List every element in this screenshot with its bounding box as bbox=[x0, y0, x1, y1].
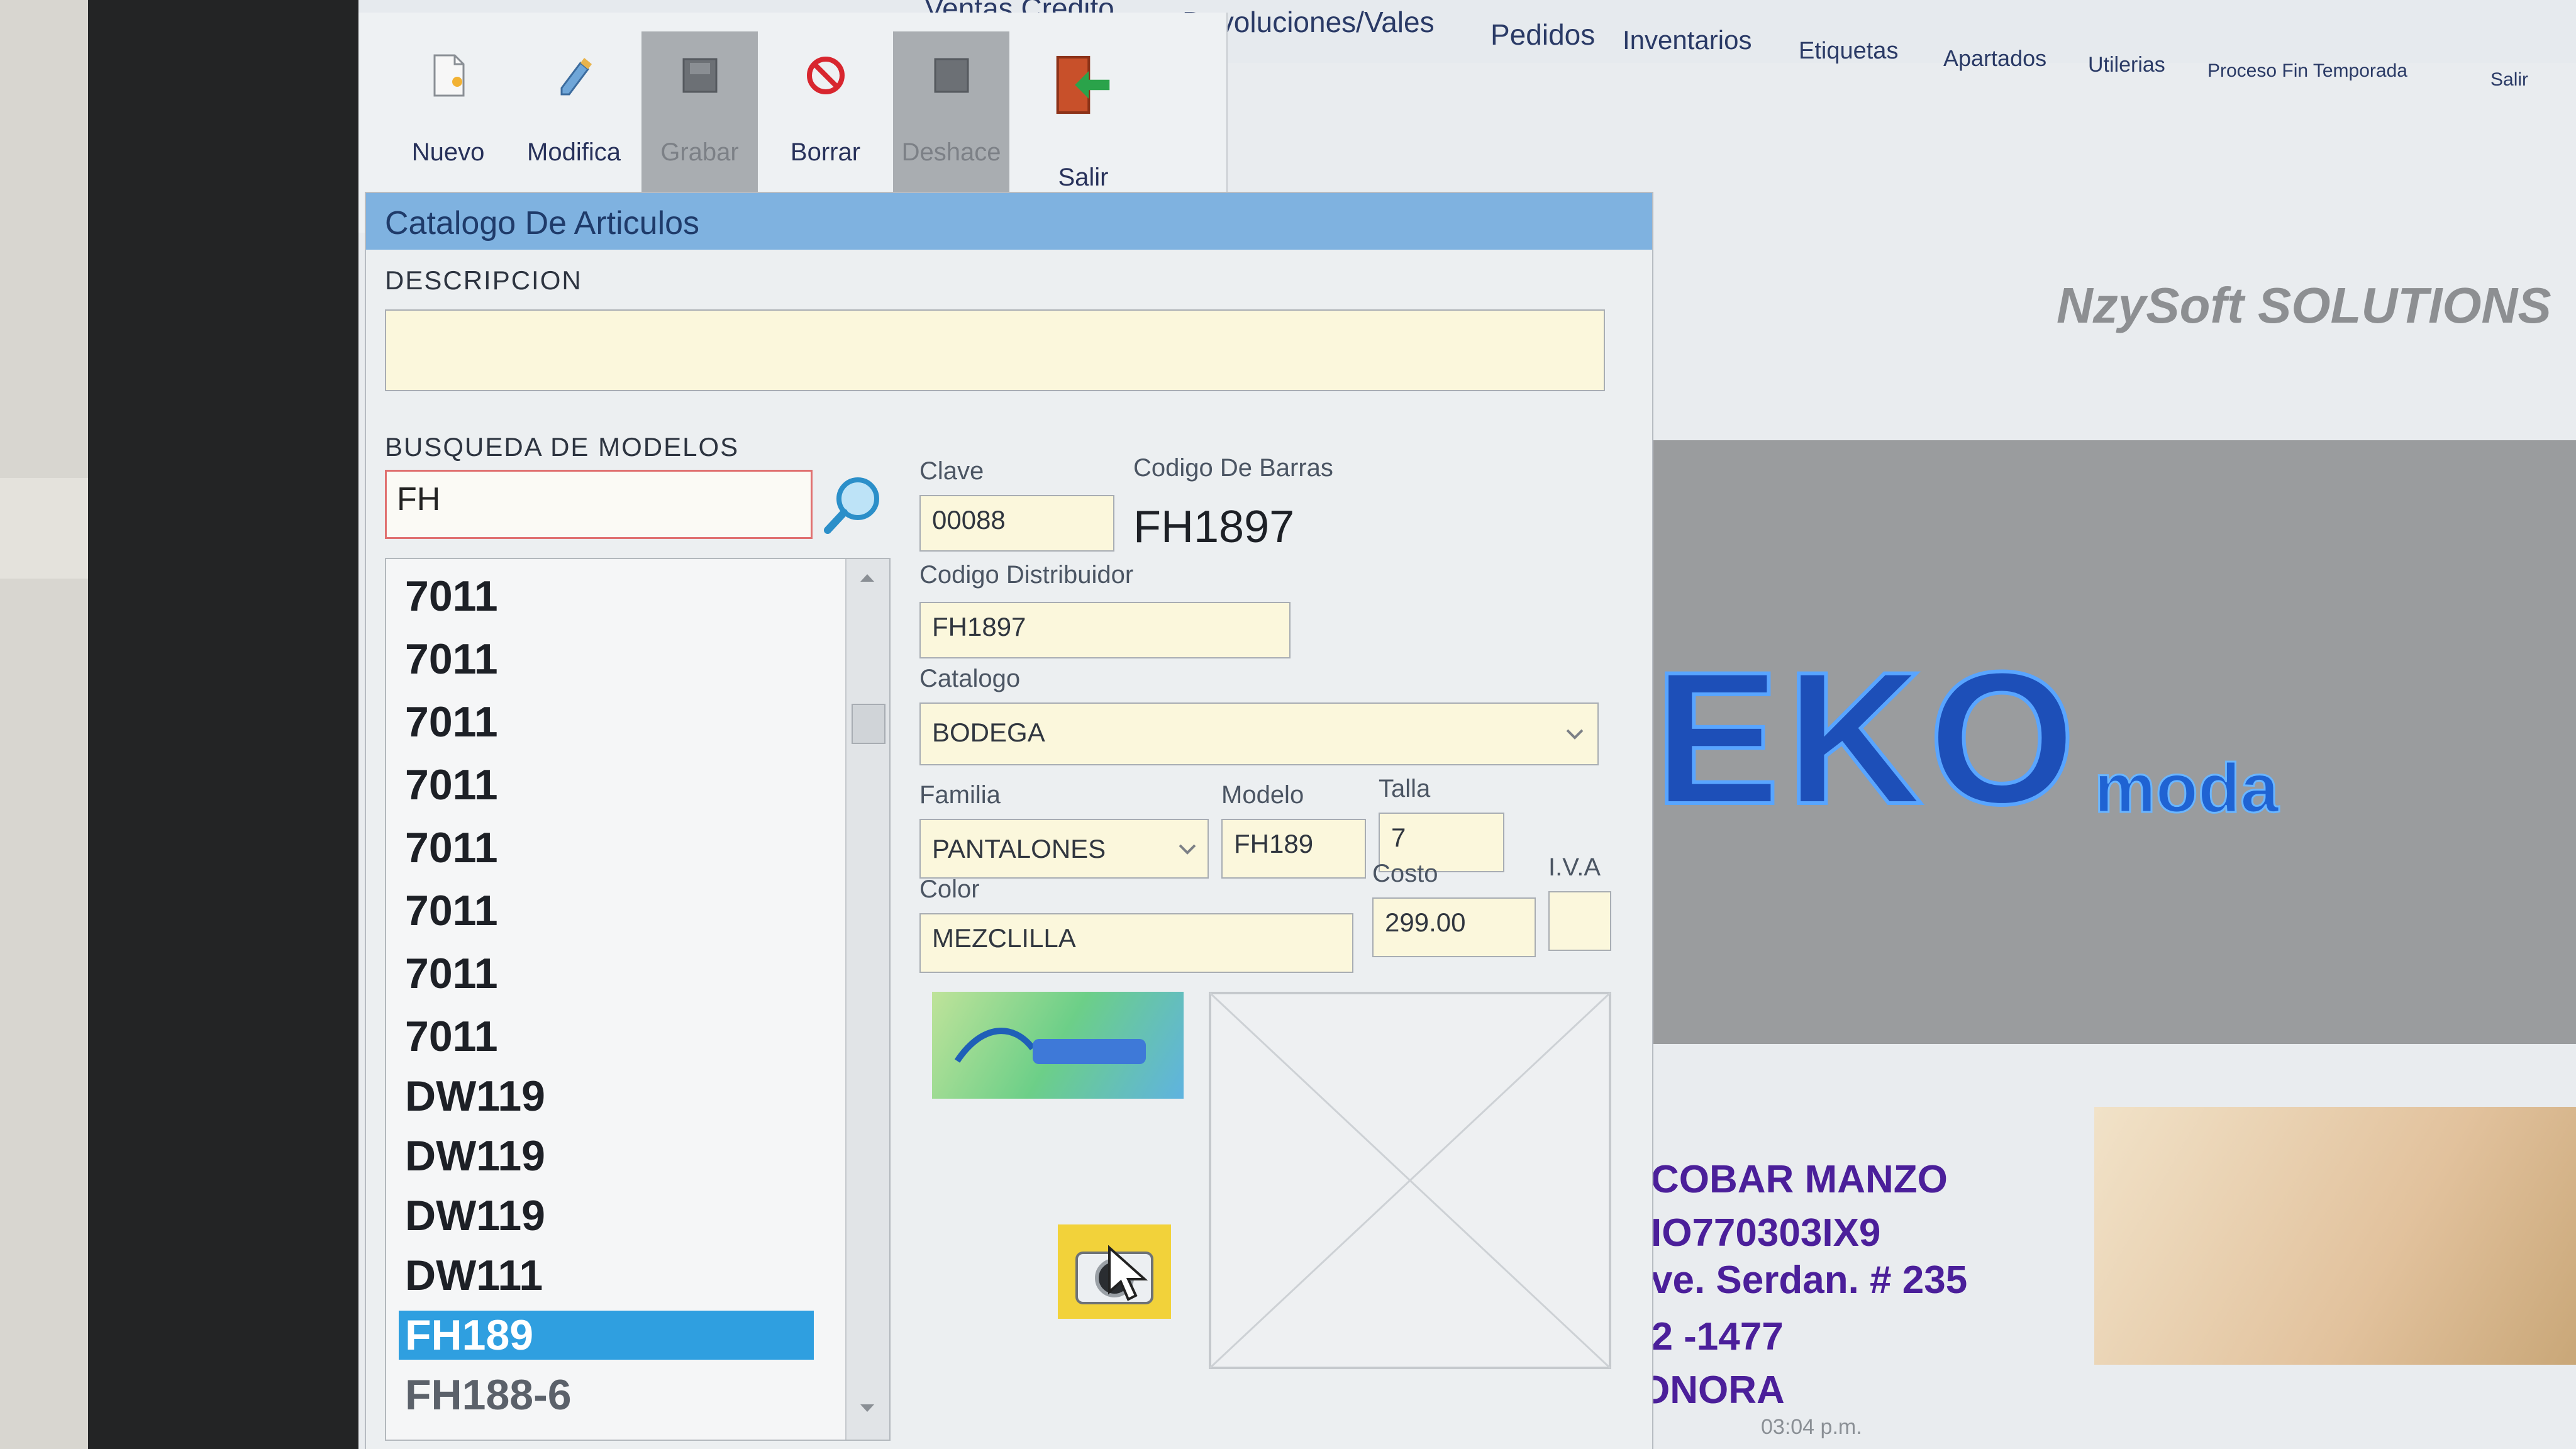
store-logo-letters: EKO bbox=[1652, 630, 2082, 845]
store-logo-sub: moda bbox=[2093, 749, 2279, 828]
borrar-button[interactable]: Borrar bbox=[767, 31, 884, 201]
scroll-up-icon[interactable] bbox=[858, 572, 877, 584]
menu-utilerias[interactable]: Utilerias bbox=[2088, 53, 2165, 77]
new-document-icon bbox=[433, 54, 464, 97]
codigo-distribuidor-field[interactable]: FH1897 bbox=[919, 602, 1291, 658]
color-field[interactable]: MEZCLILLA bbox=[919, 913, 1353, 973]
list-item[interactable]: DW119 bbox=[405, 1072, 545, 1121]
list-item[interactable]: 7011 bbox=[405, 760, 498, 809]
menu-apartados[interactable]: Apartados bbox=[1943, 45, 2046, 72]
modelo-field[interactable]: FH189 bbox=[1221, 819, 1366, 879]
talla-label: Talla bbox=[1379, 775, 1431, 802]
modelo-label: Modelo bbox=[1221, 781, 1304, 809]
salir-button[interactable]: Salir bbox=[1025, 31, 1141, 201]
clave-label: Clave bbox=[919, 457, 984, 485]
grabar-button[interactable]: Grabar bbox=[641, 31, 758, 201]
list-item[interactable]: DW111 bbox=[405, 1251, 543, 1300]
costo-field[interactable]: 299.00 bbox=[1372, 897, 1536, 957]
edit-icon bbox=[560, 58, 592, 96]
descripcion-field[interactable] bbox=[385, 309, 1605, 391]
color-label: Color bbox=[919, 875, 980, 903]
modifica-label: Modifica bbox=[527, 138, 621, 166]
catalog-window: Catalogo De Articulos DESCRIPCION BUSQUE… bbox=[365, 192, 1653, 1449]
list-item[interactable]: 7011 bbox=[405, 886, 498, 935]
scroll-down-icon[interactable] bbox=[858, 1402, 877, 1414]
brand-name: NzySoft SOLUTIONS bbox=[2057, 277, 2551, 333]
scrollbar-thumb[interactable] bbox=[852, 704, 886, 744]
grabar-label: Grabar bbox=[660, 138, 739, 166]
product-image-placeholder[interactable] bbox=[1209, 992, 1611, 1369]
catalog-title: Catalogo De Articulos bbox=[385, 205, 700, 242]
deshace-button[interactable]: Deshace bbox=[893, 31, 1009, 201]
save-icon bbox=[682, 58, 717, 93]
borrar-label: Borrar bbox=[790, 138, 861, 166]
background-desk-strip bbox=[0, 478, 88, 579]
list-item[interactable]: 7011 bbox=[405, 697, 498, 747]
list-item-selected[interactable]: FH189 bbox=[399, 1311, 814, 1360]
busqueda-input[interactable]: FH bbox=[385, 470, 813, 539]
list-item[interactable]: DW119 bbox=[405, 1131, 545, 1180]
delete-icon bbox=[806, 57, 845, 94]
catalogo-select[interactable]: BODEGA bbox=[919, 702, 1599, 765]
impuls-logo-image bbox=[932, 992, 1184, 1099]
familia-label: Familia bbox=[919, 781, 1001, 809]
list-item[interactable]: 7011 bbox=[405, 635, 498, 684]
catalog-title-bar: Catalogo De Articulos bbox=[366, 193, 1652, 250]
codigo-distribuidor-label: Codigo Distribuidor bbox=[919, 561, 1134, 589]
busqueda-label: BUSQUEDA DE MODELOS bbox=[385, 432, 740, 462]
menu-pedidos[interactable]: Pedidos bbox=[1491, 18, 1595, 52]
undo-icon bbox=[934, 58, 969, 93]
costo-label: Costo bbox=[1372, 860, 1438, 887]
decorative-card bbox=[2094, 1107, 2576, 1365]
store-address: ve. Serdan. # 235 bbox=[1651, 1258, 1968, 1302]
results-scrollbar[interactable] bbox=[845, 559, 889, 1440]
store-rfc: IO770303IX9 bbox=[1651, 1211, 1881, 1255]
monitor-bezel bbox=[88, 0, 358, 1449]
impuls-logo-mark bbox=[954, 1028, 1146, 1064]
nuevo-button[interactable]: Nuevo bbox=[390, 31, 506, 201]
menu-inventarios[interactable]: Inventarios bbox=[1623, 25, 1752, 55]
descripcion-label: DESCRIPCION bbox=[385, 265, 582, 295]
store-owner: COBAR MANZO bbox=[1651, 1158, 1948, 1201]
list-item[interactable]: 7011 bbox=[405, 1012, 498, 1061]
familia-select[interactable]: PANTALONES bbox=[919, 819, 1209, 879]
mouse-cursor-icon bbox=[1108, 1245, 1148, 1301]
catalogo-label: Catalogo bbox=[919, 665, 1021, 692]
catalogo-value: BODEGA bbox=[932, 718, 1045, 747]
list-item[interactable]: FH188-6 bbox=[405, 1370, 572, 1419]
codigo-barras-value: FH1897 bbox=[1133, 502, 1295, 552]
store-banner: EKO moda bbox=[1648, 440, 2576, 1044]
nuevo-label: Nuevo bbox=[411, 138, 485, 166]
list-item[interactable]: 7011 bbox=[405, 572, 498, 621]
iva-field[interactable] bbox=[1548, 891, 1611, 951]
status-time: 03:04 p.m. bbox=[1761, 1415, 1862, 1439]
exit-door-icon bbox=[1056, 55, 1109, 114]
list-item[interactable]: DW119 bbox=[405, 1191, 545, 1240]
modifica-button[interactable]: Modifica bbox=[516, 31, 632, 201]
list-item[interactable]: 7011 bbox=[405, 949, 498, 998]
deshace-label: Deshace bbox=[901, 138, 1001, 166]
menu-etiquetas[interactable]: Etiquetas bbox=[1799, 38, 1898, 65]
chevron-down-icon bbox=[1566, 729, 1584, 740]
chevron-down-icon bbox=[1179, 844, 1196, 855]
codigo-barras-label: Codigo De Barras bbox=[1133, 454, 1333, 482]
iva-label: I.V.A bbox=[1548, 853, 1601, 881]
familia-value: PANTALONES bbox=[932, 834, 1106, 863]
menu-proceso-fin-temporada[interactable]: Proceso Fin Temporada bbox=[2207, 60, 2407, 82]
results-list[interactable]: 7011 7011 7011 7011 7011 7011 7011 7011 … bbox=[385, 558, 891, 1441]
search-icon[interactable] bbox=[819, 470, 888, 539]
clave-field[interactable]: 00088 bbox=[919, 495, 1114, 552]
menu-salir[interactable]: Salir bbox=[2490, 69, 2528, 91]
screen: Ventas Credito Devoluciones/Vales Pedido… bbox=[358, 0, 2576, 1449]
salir-label: Salir bbox=[1058, 164, 1109, 191]
background-desk bbox=[0, 0, 88, 1449]
list-item[interactable]: 7011 bbox=[405, 823, 498, 872]
